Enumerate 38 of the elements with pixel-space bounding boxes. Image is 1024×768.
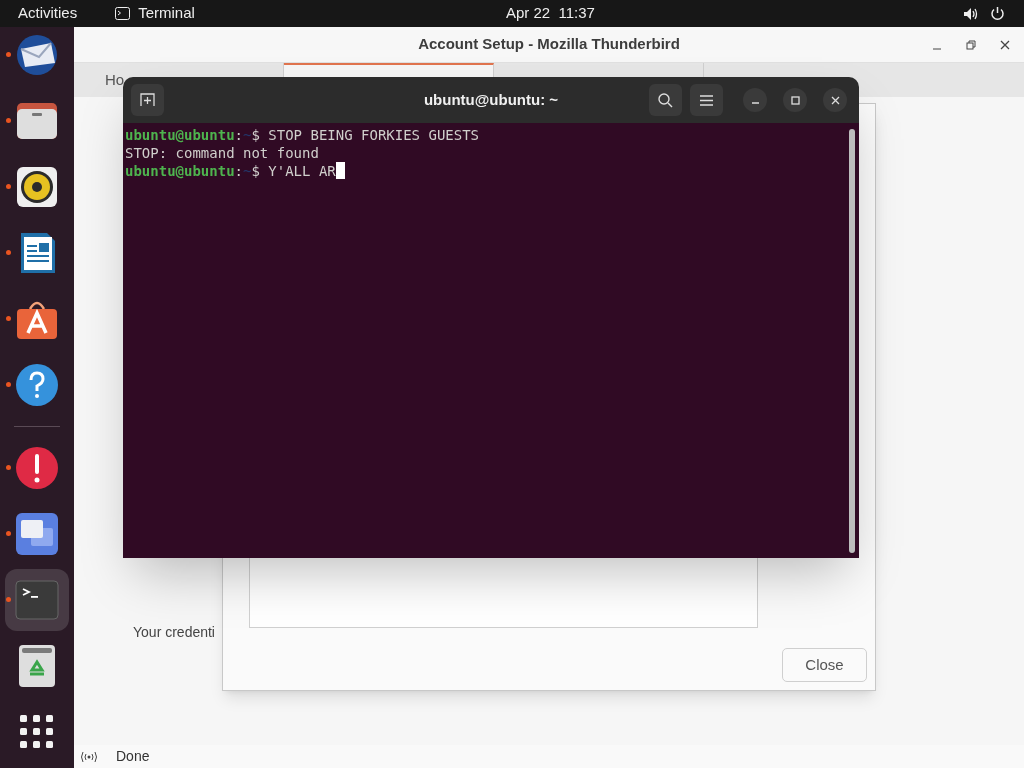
windows-icon: [15, 512, 59, 556]
search-button[interactable]: [649, 84, 682, 116]
terminal-title: ubuntu@ubuntu: ~: [423, 89, 559, 110]
terminal-body[interactable]: ubuntu@ubuntu:~$ STOP BEING FORKIES GUESTS STOP: command not found ubuntu@ubuntu:~$ Y'ALL AR: [123, 123, 859, 558]
envelope-globe-icon: [15, 33, 59, 77]
scrollbar[interactable]: [849, 129, 855, 553]
close-button[interactable]: Close: [782, 648, 867, 682]
app-grid-icon[interactable]: [20, 715, 54, 749]
menu-icon: [700, 94, 713, 106]
terminal-icon: [115, 7, 131, 20]
window-title: Account Setup - Mozilla Thunderbird: [418, 34, 680, 55]
search-icon: [658, 92, 673, 108]
exclamation-icon: [15, 446, 59, 490]
terminal-line: ubuntu@ubuntu:~$ STOP BEING FORKIES GUESTS: [125, 126, 481, 144]
menu-button[interactable]: [690, 84, 723, 116]
new-tab-icon: [140, 93, 155, 107]
minimize-icon: [750, 102, 760, 104]
speaker-icon[interactable]: [963, 6, 979, 21]
clock[interactable]: Apr 22 11:37: [506, 2, 595, 25]
help-icon: [15, 363, 59, 407]
app-menu[interactable]: Terminal: [115, 2, 195, 25]
terminal-icon: [15, 578, 59, 622]
signal-icon: [80, 750, 98, 763]
minimize-button[interactable]: [743, 88, 767, 112]
maximize-button[interactable]: [783, 88, 807, 112]
power-icon[interactable]: [990, 6, 1005, 21]
terminal-line: ubuntu@ubuntu:~$ Y'ALL AR: [125, 162, 859, 180]
close-icon: [830, 95, 840, 105]
speaker-icon: [15, 165, 59, 209]
body-text: Your credenti: [133, 623, 215, 642]
new-tab-button[interactable]: [131, 84, 164, 116]
close-button[interactable]: [823, 88, 847, 112]
activities-button[interactable]: Activities: [18, 2, 78, 25]
status-text: Done: [116, 747, 150, 766]
close-icon[interactable]: [1000, 39, 1010, 50]
restore-icon[interactable]: [966, 39, 976, 50]
terminal-line: STOP: command not found: [125, 144, 320, 162]
maximize-icon: [790, 95, 800, 105]
